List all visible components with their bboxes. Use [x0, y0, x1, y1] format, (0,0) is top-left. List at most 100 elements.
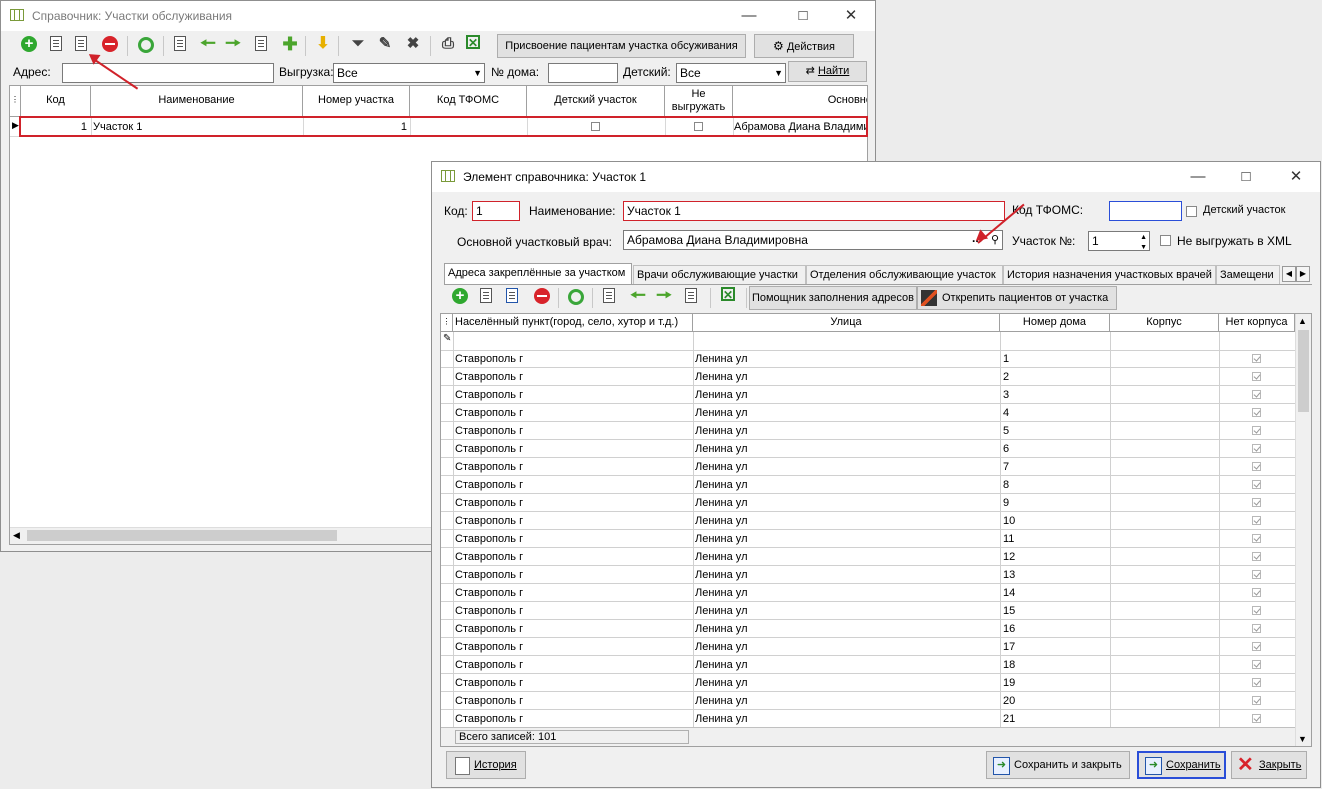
scroll-up-icon[interactable]: ▲ [1298, 316, 1307, 326]
table-row[interactable]: Ставрополь г Ленина ул 21 [441, 710, 1295, 728]
no-korpus-checkbox[interactable] [1252, 714, 1261, 723]
no-korpus-checkbox[interactable] [1252, 588, 1261, 597]
col-doctor[interactable]: Основно [733, 86, 867, 116]
new-row[interactable]: ✎ [441, 332, 1295, 351]
no-korpus-checkbox[interactable] [1252, 462, 1261, 471]
assign-patients-button[interactable]: Присвоение пациентам участка обсуживания [497, 34, 746, 58]
no-korpus-checkbox[interactable] [1252, 498, 1261, 507]
scroll-thumb[interactable] [27, 530, 337, 541]
table-row[interactable]: Ставрополь г Ленина ул 14 [441, 584, 1295, 602]
add-icon[interactable]: + [21, 36, 37, 52]
history-button[interactable]: История [446, 751, 526, 779]
area-stepper[interactable]: 1 ▲ ▼ [1088, 231, 1150, 251]
tab-scroll-right-icon[interactable]: ▶ [1296, 266, 1310, 282]
table-row[interactable]: Ставрополь г Ленина ул 4 [441, 404, 1295, 422]
edit-icon[interactable] [75, 36, 87, 51]
find-button[interactable]: ⇄ Найти [788, 61, 867, 82]
table-row[interactable]: Ставрополь г Ленина ул 15 [441, 602, 1295, 620]
address-helper-button[interactable]: Помощник заполнения адресов [749, 286, 917, 310]
no-korpus-checkbox[interactable] [1252, 408, 1261, 417]
filter-icon[interactable]: ⏷ [348, 34, 368, 54]
table-row[interactable]: Ставрополь г Ленина ул 6 [441, 440, 1295, 458]
list-icon[interactable] [603, 288, 615, 303]
no-korpus-checkbox[interactable] [1252, 552, 1261, 561]
table-row[interactable]: Ставрополь г Ленина ул 11 [441, 530, 1295, 548]
copy-icon[interactable] [50, 36, 62, 51]
table-row[interactable]: Ставрополь г Ленина ул 1 [441, 350, 1295, 368]
vertical-scrollbar[interactable]: ▲ ▼ [1295, 314, 1311, 746]
tab-substitution[interactable]: Замещени [1216, 265, 1280, 284]
no-xml-checkbox[interactable] [1160, 235, 1171, 246]
table-row[interactable]: Ставрополь г Ленина ул 19 [441, 674, 1295, 692]
details-icon[interactable] [255, 36, 267, 51]
no-korpus-checkbox[interactable] [1252, 354, 1261, 363]
delete-icon[interactable] [534, 288, 550, 304]
scroll-left-icon[interactable]: ◀ [13, 530, 20, 541]
close-button[interactable]: ✕ Закрыть [1231, 751, 1307, 779]
filter-edit-icon[interactable]: ✎ [375, 34, 395, 54]
detach-patients-button[interactable]: Открепить пациентов от участка [917, 286, 1117, 310]
col-name[interactable]: Наименование [91, 86, 303, 116]
no-korpus-checkbox[interactable] [1252, 444, 1261, 453]
edit-icon[interactable] [480, 288, 492, 303]
import-icon[interactable]: ⬇ [313, 34, 333, 54]
col-code[interactable]: Код [21, 86, 91, 116]
filter-clear-icon[interactable]: ✖ [403, 34, 423, 54]
table-row[interactable]: Ставрополь г Ленина ул 18 [441, 656, 1295, 674]
col-house[interactable]: Номер дома [1000, 314, 1110, 331]
table-row[interactable]: Ставрополь г Ленина ул 20 [441, 692, 1295, 710]
table-row[interactable]: Ставрополь г Ленина ул 3 [441, 386, 1295, 404]
table-row[interactable]: Ставрополь г Ленина ул 17 [441, 638, 1295, 656]
col-no-export[interactable]: Не выгружать [665, 86, 733, 116]
no-korpus-checkbox[interactable] [1252, 660, 1261, 669]
maximize-icon[interactable]: □ [785, 4, 821, 28]
col-number[interactable]: Номер участка [303, 86, 410, 116]
save-button[interactable]: ➜ Сохранить [1137, 751, 1226, 779]
arrow-right-icon[interactable]: 🠖 [223, 34, 243, 54]
minimize-icon[interactable]: — [731, 4, 767, 28]
table-row[interactable]: Ставрополь г Ленина ул 13 [441, 566, 1295, 584]
col-street[interactable]: Улица [693, 314, 1000, 331]
tab-departments[interactable]: Отделения обслуживающие участок [806, 265, 1003, 284]
save-icon[interactable] [506, 288, 518, 303]
minimize-icon[interactable]: — [1180, 165, 1216, 189]
col-city[interactable]: Населённый пункт(город, село, хутор и т.… [453, 314, 693, 331]
arrow-left-icon[interactable]: 🠔 [198, 34, 218, 54]
name-input[interactable]: Участок 1 [623, 201, 1005, 221]
no-korpus-checkbox[interactable] [1252, 516, 1261, 525]
no-korpus-checkbox[interactable] [1252, 390, 1261, 399]
table-row[interactable]: Ставрополь г Ленина ул 2 [441, 368, 1295, 386]
table-row[interactable]: Ставрополь г Ленина ул 9 [441, 494, 1295, 512]
list-icon[interactable] [174, 36, 186, 51]
favorite-add-icon[interactable]: ✚ [280, 34, 300, 54]
table-row[interactable]: Ставрополь г Ленина ул 10 [441, 512, 1295, 530]
table-row[interactable]: Ставрополь г Ленина ул 16 [441, 620, 1295, 638]
arrow-right-icon[interactable]: 🠖 [654, 286, 674, 306]
stepper-down-icon[interactable]: ▼ [1140, 239, 1147, 257]
table-row[interactable]: Ставрополь г Ленина ул 7 [441, 458, 1295, 476]
no-korpus-checkbox[interactable] [1252, 696, 1261, 705]
excel-icon[interactable]: ✕ [721, 287, 735, 302]
scroll-down-icon[interactable]: ▼ [1298, 734, 1307, 744]
close-icon[interactable]: ✕ [1278, 165, 1314, 189]
tab-scroll-left-icon[interactable]: ◀ [1282, 266, 1296, 282]
tab-history[interactable]: История назначения участковых врачей [1003, 265, 1216, 284]
refresh-icon[interactable] [138, 37, 154, 53]
arrow-left-icon[interactable]: 🠔 [628, 286, 648, 306]
details-icon[interactable] [685, 288, 697, 303]
no-korpus-checkbox[interactable] [1252, 606, 1261, 615]
kids-select[interactable]: Все ▼ [676, 63, 786, 83]
no-korpus-checkbox[interactable] [1252, 372, 1261, 381]
house-input[interactable] [548, 63, 618, 83]
doctor-input[interactable]: Абрамова Диана Владимировна ... ⚲ [623, 230, 1003, 250]
no-korpus-checkbox[interactable] [1252, 426, 1261, 435]
table-row[interactable]: Ставрополь г Ленина ул 5 [441, 422, 1295, 440]
col-korpus[interactable]: Корпус [1110, 314, 1219, 331]
print-icon[interactable]: ⎙ [438, 34, 458, 54]
kids-checkbox[interactable] [1186, 206, 1197, 217]
no-korpus-checkbox[interactable] [1252, 480, 1261, 489]
col-tfoms[interactable]: Код ТФОМС [410, 86, 527, 116]
refresh-icon[interactable] [568, 289, 584, 305]
code-input[interactable]: 1 [472, 201, 520, 221]
tab-addresses[interactable]: Адреса закреплённые за участком [444, 263, 632, 284]
